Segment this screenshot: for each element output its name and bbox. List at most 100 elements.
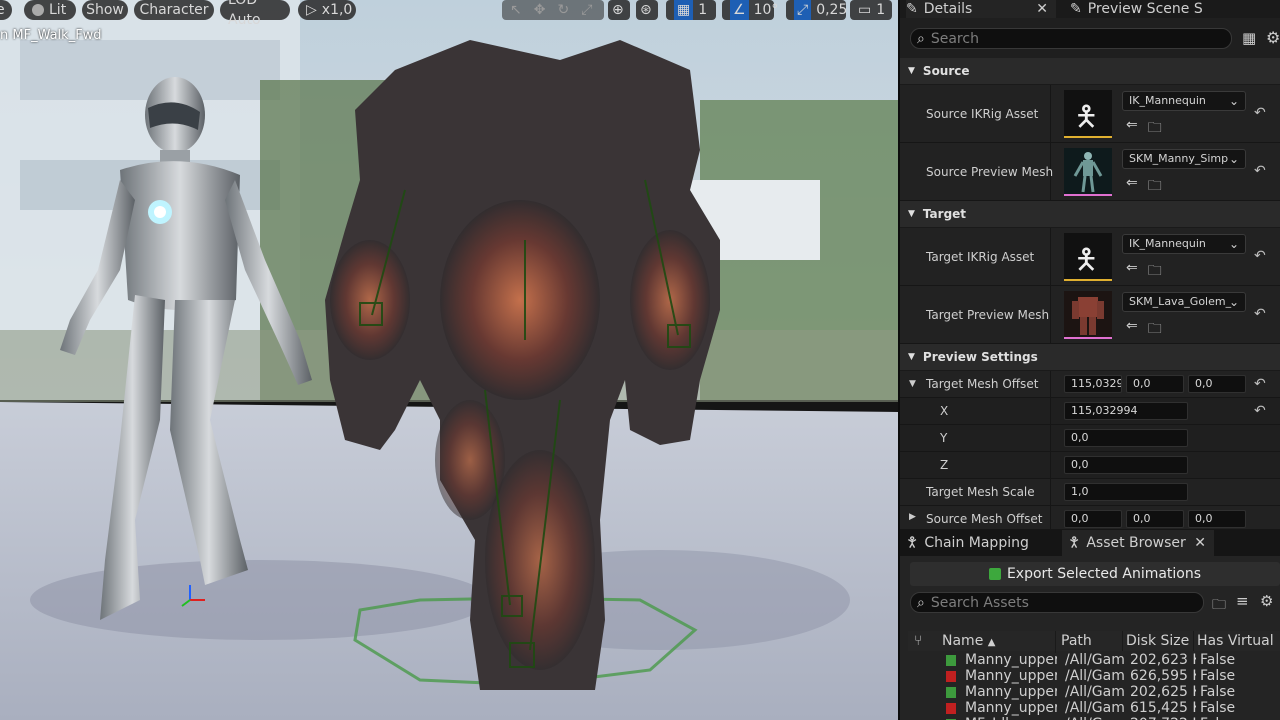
animation-asset-icon <box>946 703 956 714</box>
lit-button[interactable]: Lit <box>24 0 76 20</box>
select-icon[interactable]: ↖ <box>510 0 522 20</box>
export-animations-button[interactable]: Export Selected Animations <box>910 562 1280 586</box>
tab-details[interactable]: ✎ Details ✕ <box>906 0 1056 18</box>
table-row[interactable]: Manny_upperarm/All/Gam 202,623 KiFalse <box>908 652 1280 668</box>
section-preview-settings[interactable]: ▼ Preview Settings <box>900 344 1280 370</box>
cell-virtual: False <box>1200 700 1236 716</box>
transform-tools[interactable]: ↖ ✥ ↻ ⤢ <box>502 0 604 20</box>
source-offset-y-field[interactable]: 0,0 <box>1126 510 1184 528</box>
table-row[interactable]: Manny_upperarm/All/Gam 626,595 KiFalse <box>908 668 1280 684</box>
use-selected-icon[interactable]: ⇐ <box>1126 318 1138 342</box>
scale-icon[interactable]: ⤢ <box>581 0 592 20</box>
filter-icon[interactable]: ≡ <box>1236 592 1249 610</box>
browse-folder-icon[interactable]: 🗀 <box>1148 318 1162 342</box>
angle-snap-button[interactable]: ∠ 10° <box>722 0 778 20</box>
use-selected-icon[interactable]: ⇐ <box>1126 260 1138 284</box>
settings-icon[interactable]: ⚙ <box>1266 28 1280 47</box>
tab-preview-scene-label: Preview Scene S <box>1087 1 1203 17</box>
close-icon[interactable]: ✕ <box>1194 535 1206 551</box>
play-speed-button[interactable]: ▷ x1,0 <box>298 0 356 20</box>
section-target[interactable]: ▼ Target <box>900 201 1280 227</box>
local-space-button[interactable]: ⊕ <box>608 0 630 20</box>
source-mesh-thumbnail[interactable] <box>1064 148 1112 196</box>
animation-asset-icon <box>946 655 956 666</box>
reset-icon[interactable]: ↶ <box>1254 403 1266 419</box>
settings-icon[interactable]: ⚙ <box>1260 592 1273 610</box>
target-offset-z-field[interactable]: 0,0 <box>1188 375 1246 393</box>
source-offset-z-field[interactable]: 0,0 <box>1188 510 1246 528</box>
lod-button[interactable]: LOD Auto <box>220 0 290 28</box>
source-offset-x-field[interactable]: 0,0 <box>1064 510 1122 528</box>
reset-icon[interactable]: ↶ <box>1254 105 1266 121</box>
reset-icon[interactable]: ↶ <box>1254 163 1266 179</box>
target-mesh-scale-field[interactable]: 1,0 <box>1064 483 1188 501</box>
offset-y-field[interactable]: 0,0 <box>1064 429 1188 447</box>
source-ikrig-thumbnail[interactable]: 🯅 <box>1064 90 1112 138</box>
target-ikrig-combo[interactable]: IK_Mannequin ⌄ <box>1122 234 1246 254</box>
close-icon[interactable]: ✕ <box>1036 1 1048 17</box>
folder-icon[interactable]: 🗀 <box>1212 594 1226 618</box>
browse-folder-icon[interactable]: 🗀 <box>1148 117 1162 141</box>
grid-snap-button[interactable]: ▦ 1 <box>666 0 716 20</box>
menu-icon: e <box>0 2 5 18</box>
table-row[interactable]: Manny_upperarm/All/Gam 202,625 KiFalse <box>908 684 1280 700</box>
use-selected-icon[interactable]: ⇐ <box>1126 117 1138 141</box>
character-button[interactable]: Character <box>134 0 214 20</box>
scale-snap-button[interactable]: ⤢ 0,25 <box>786 0 847 20</box>
column-header-name[interactable]: Name ▲ <box>942 631 1056 653</box>
target-offset-y-field[interactable]: 0,0 <box>1126 375 1184 393</box>
sort-ascending-icon: ▲ <box>987 637 996 648</box>
browse-folder-icon[interactable]: 🗀 <box>1148 175 1162 199</box>
section-source[interactable]: ▼ Source <box>900 58 1280 84</box>
browse-folder-icon[interactable]: 🗀 <box>1148 260 1162 284</box>
offset-x-field[interactable]: 115,032994 <box>1064 402 1188 420</box>
reset-icon[interactable]: ↶ <box>1254 248 1266 264</box>
target-mesh-label: Target Preview Mesh <box>926 308 1050 322</box>
camera-speed-button[interactable]: ▭ 1 <box>850 0 892 20</box>
rotate-icon[interactable]: ↻ <box>557 0 569 20</box>
column-header-disk-size[interactable]: Disk Size <box>1126 631 1194 651</box>
chevron-down-icon: ⌄ <box>1228 152 1239 166</box>
details-search-input[interactable]: ⌕ Search <box>910 28 1232 49</box>
tab-asset-browser-label: Asset Browser <box>1086 535 1186 551</box>
asset-search-input[interactable]: ⌕ Search Assets <box>910 592 1204 613</box>
target-mesh-thumbnail[interactable] <box>1064 291 1112 339</box>
surface-snap-button[interactable]: ⊛ <box>636 0 658 20</box>
offset-z-field[interactable]: 0,0 <box>1064 456 1188 474</box>
cell-path: /All/Gam <box>1065 684 1125 700</box>
tab-details-label: Details <box>923 1 973 17</box>
target-ikrig-thumbnail[interactable]: 🯅 <box>1064 233 1112 281</box>
column-header-has-virtual[interactable]: Has Virtual <box>1197 631 1280 651</box>
target-offset-x-field[interactable]: 115,0329 <box>1064 375 1122 393</box>
golem-thumbnail-icon <box>1072 297 1104 335</box>
chevron-down-icon: ⌄ <box>1228 295 1239 309</box>
source-ikrig-row: Source IKRig Asset 🯅 IK_Mannequin ⌄ ⇐ 🗀 … <box>900 85 1280 143</box>
tab-chain-mapping[interactable]: 🯆 Chain Mapping <box>906 534 1056 552</box>
table-row[interactable]: Manny_upperarm/All/Gam 615,425 KiFalse <box>908 700 1280 716</box>
column-header-path[interactable]: Path <box>1061 631 1123 651</box>
tab-preview-scene[interactable]: ✎ Preview Scene S <box>1070 0 1280 18</box>
camera-icon: ▭ <box>858 2 872 18</box>
source-ikrig-actions: ⇐ 🗀 <box>1126 117 1162 141</box>
use-selected-icon[interactable]: ⇐ <box>1126 175 1138 199</box>
table-row[interactable]: MF_Idle/All/Gam 207,722 Ki False <box>908 716 1280 720</box>
chevron-down-icon[interactable]: ▼ <box>909 379 916 389</box>
table-view-icon[interactable]: ▦ <box>1242 29 1256 47</box>
source-mesh-combo[interactable]: SKM_Manny_Simp ⌄ <box>1122 149 1246 169</box>
reset-icon[interactable]: ↶ <box>1254 376 1266 392</box>
branch-icon[interactable]: ⑂ <box>914 631 922 651</box>
move-icon[interactable]: ✥ <box>534 0 546 20</box>
chevron-right-icon[interactable]: ▶ <box>909 512 916 522</box>
viewport[interactable]: e Lit Show Character LOD Auto ▷ x1,0 ↖ ✥… <box>0 0 898 720</box>
show-button[interactable]: Show <box>82 0 128 20</box>
tab-asset-browser[interactable]: 🯆 Asset Browser ✕ <box>1062 530 1214 556</box>
globe-icon: ⊕ <box>612 2 624 18</box>
reset-icon[interactable]: ↶ <box>1254 306 1266 322</box>
animation-asset-icon <box>946 671 956 682</box>
cell-name: Manny_upperarm <box>965 652 1057 668</box>
source-ikrig-combo[interactable]: IK_Mannequin ⌄ <box>1122 91 1246 111</box>
cell-name: Manny_upperarm <box>965 684 1057 700</box>
pencil-icon: ✎ <box>1070 1 1082 17</box>
target-mesh-combo[interactable]: SKM_Lava_Golem_ ⌄ <box>1122 292 1246 312</box>
source-mesh-value: SKM_Manny_Simp <box>1129 152 1229 165</box>
